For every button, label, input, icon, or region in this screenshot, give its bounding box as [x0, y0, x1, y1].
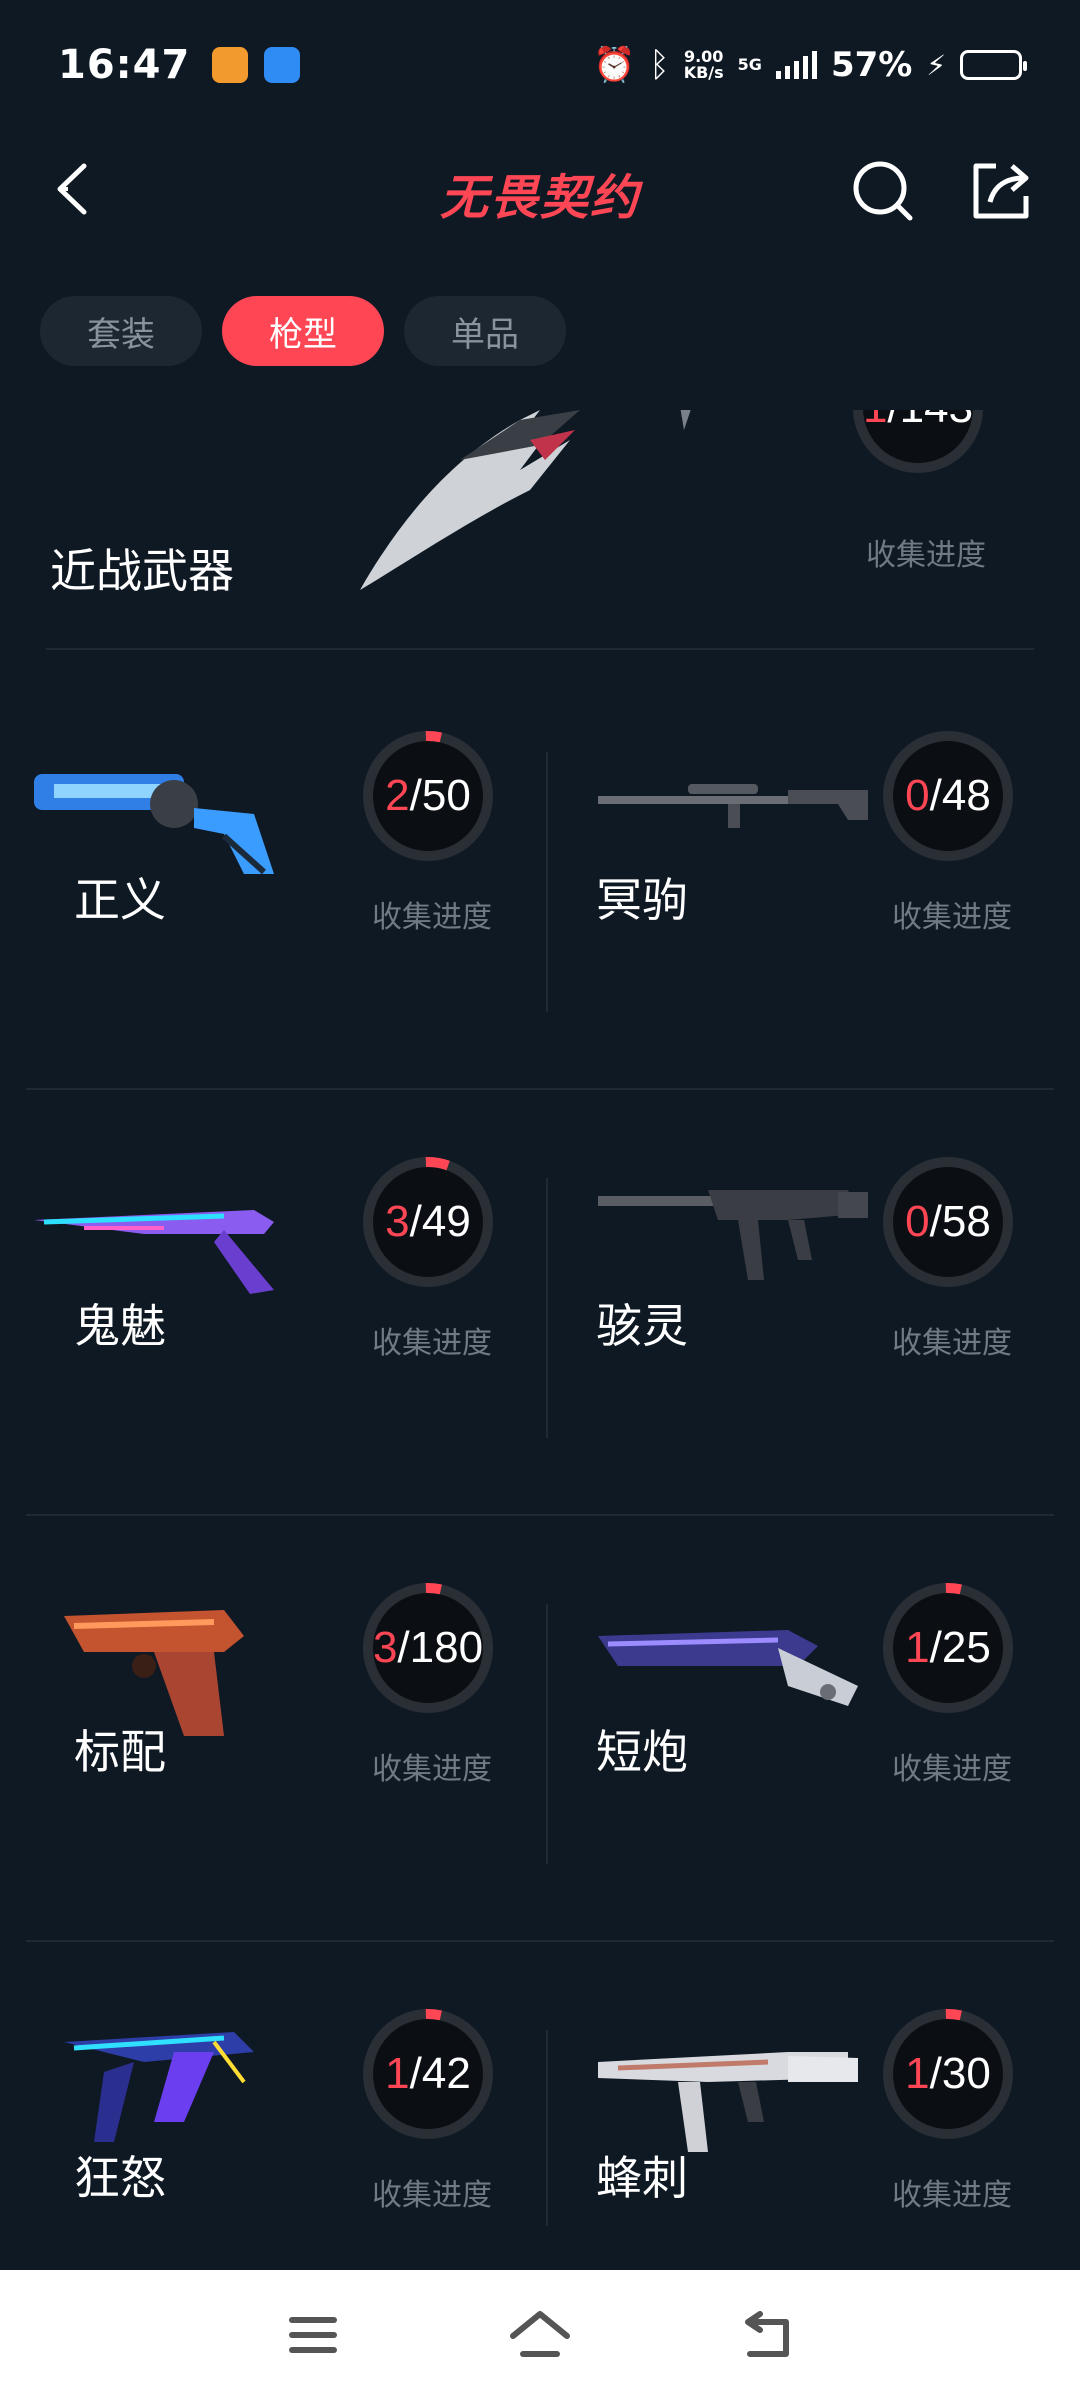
weapon-row: 1/42 狂怒 收集进度 1/30 蜂刺 收集进度	[0, 1942, 1080, 2226]
progress-label: 收集进度	[892, 2178, 1012, 2213]
category-tabs: 套装 枪型 单品	[40, 296, 566, 366]
progress-label: 收集进度	[892, 1752, 1012, 1787]
back-nav-icon[interactable]	[732, 2300, 802, 2370]
collected-count: 1	[905, 2049, 930, 2098]
column-divider	[546, 1178, 548, 1438]
collected-count: 3	[372, 1623, 398, 1672]
alarm-icon: ⏰	[592, 45, 636, 85]
progress-label: 收集进度	[866, 538, 986, 573]
divider	[46, 648, 1034, 650]
progress-label: 收集进度	[372, 2178, 492, 2213]
battery-percent: 57%	[830, 45, 913, 85]
weapon-name: 冥驹	[596, 873, 688, 927]
signal-icon	[775, 51, 817, 79]
total-count: /180	[397, 1623, 484, 1672]
weapon-row: 3/49 鬼魅 收集进度 0/58 骇灵 收集进度	[0, 1090, 1080, 1516]
share-icon[interactable]	[966, 156, 1036, 226]
weapon-name: 蜂刺	[596, 2151, 688, 2205]
total-count: /48	[929, 771, 991, 820]
status-bar: 16:47 ⏰ ᛒ 9.00 KB/s 5G 57% ⚡	[0, 0, 1080, 130]
system-nav-bar	[0, 2270, 1080, 2400]
progress-label: 收集进度	[892, 900, 1012, 935]
weapon-name: 鬼魅	[74, 1299, 166, 1353]
weapon-name: 骇灵	[596, 1299, 688, 1353]
progress-count: 1/30	[880, 2006, 1016, 2142]
app-title: 无畏契约	[439, 170, 640, 226]
tab-single-items[interactable]: 单品	[404, 296, 566, 366]
column-divider	[546, 2030, 548, 2226]
collected-count: 0	[905, 1197, 930, 1246]
progress-count: 0/58	[880, 1154, 1016, 1290]
collected-count: 2	[385, 771, 410, 820]
collected-count: 0	[905, 771, 930, 820]
melee-card[interactable]: 近战武器 1/143 收集进度	[0, 410, 1080, 650]
status-time: 16:47	[58, 42, 191, 88]
collected-count: 1	[863, 410, 887, 433]
menu-icon[interactable]	[278, 2300, 348, 2370]
weapon-card[interactable]: 3/180 标配 收集进度	[0, 1516, 520, 1942]
progress-label: 收集进度	[892, 1326, 1012, 1361]
battery-icon	[960, 50, 1027, 80]
collected-count: 1	[385, 2049, 410, 2098]
app-header: 无畏契约	[0, 130, 1080, 250]
total-count: /50	[409, 771, 471, 820]
column-divider	[546, 752, 548, 1012]
weapon-name: 短炮	[596, 1725, 688, 1779]
progress-count: 0/48	[880, 728, 1016, 864]
weapon-card[interactable]: 1/25 短炮 收集进度	[548, 1516, 1068, 1942]
weapon-list: 近战武器 1/143 收集进度 2/50 正义 收集进度 0/48	[0, 410, 1080, 2226]
progress-count: 1/143	[850, 410, 986, 476]
progress-count: 3/49	[360, 1154, 496, 1290]
total-count: /49	[409, 1197, 471, 1246]
network-speed: 9.00 KB/s	[684, 49, 724, 81]
search-icon[interactable]	[848, 156, 918, 226]
total-count: /25	[929, 1623, 991, 1672]
home-icon[interactable]	[505, 2300, 575, 2370]
weapon-name: 狂怒	[74, 2151, 166, 2205]
total-count: /30	[929, 2049, 991, 2098]
weapon-card[interactable]: 3/49 鬼魅 收集进度	[0, 1090, 520, 1516]
progress-count: 2/50	[360, 728, 496, 864]
weapon-card[interactable]: 0/48 冥驹 收集进度	[548, 664, 1068, 1090]
tab-sets[interactable]: 套装	[40, 296, 202, 366]
melee-knife-image	[360, 410, 691, 590]
weapon-name: 近战武器	[50, 544, 234, 598]
weapon-row: 3/180 标配 收集进度 1/25 短炮 收集进度	[0, 1516, 1080, 1942]
charging-icon: ⚡	[926, 48, 946, 82]
collected-count: 1	[905, 1623, 930, 1672]
total-count: /143	[887, 410, 973, 433]
weapon-card[interactable]: 1/42 狂怒 收集进度	[0, 1942, 520, 2226]
weapon-name: 标配	[74, 1725, 166, 1779]
progress-label: 收集进度	[372, 900, 492, 935]
network-type: 5G	[737, 55, 762, 74]
progress-count: 3/180	[360, 1580, 496, 1716]
progress-count: 1/42	[360, 2006, 496, 2142]
weapon-card[interactable]: 2/50 正义 收集进度	[0, 664, 520, 1090]
total-count: /58	[929, 1197, 991, 1246]
total-count: /42	[409, 2049, 471, 2098]
column-divider	[546, 1604, 548, 1864]
weapon-card[interactable]: 1/30 蜂刺 收集进度	[548, 1942, 1068, 2226]
status-icons: ⏰ ᛒ 9.00 KB/s 5G 57% ⚡	[592, 45, 1027, 85]
weapon-row: 2/50 正义 收集进度 0/48 冥驹 收集进度	[0, 664, 1080, 1090]
bluetooth-icon: ᛒ	[649, 45, 670, 85]
collected-count: 3	[385, 1197, 410, 1246]
app-notification-icon	[212, 47, 249, 83]
weapon-card[interactable]: 0/58 骇灵 收集进度	[548, 1090, 1068, 1516]
progress-label: 收集进度	[372, 1326, 492, 1361]
app-notification-icon-2	[264, 47, 301, 83]
progress-label: 收集进度	[372, 1752, 492, 1787]
progress-count: 1/25	[880, 1580, 1016, 1716]
weapon-name: 正义	[74, 873, 166, 927]
network-speed-unit: KB/s	[683, 63, 724, 82]
tab-weapon-type[interactable]: 枪型	[222, 296, 384, 366]
